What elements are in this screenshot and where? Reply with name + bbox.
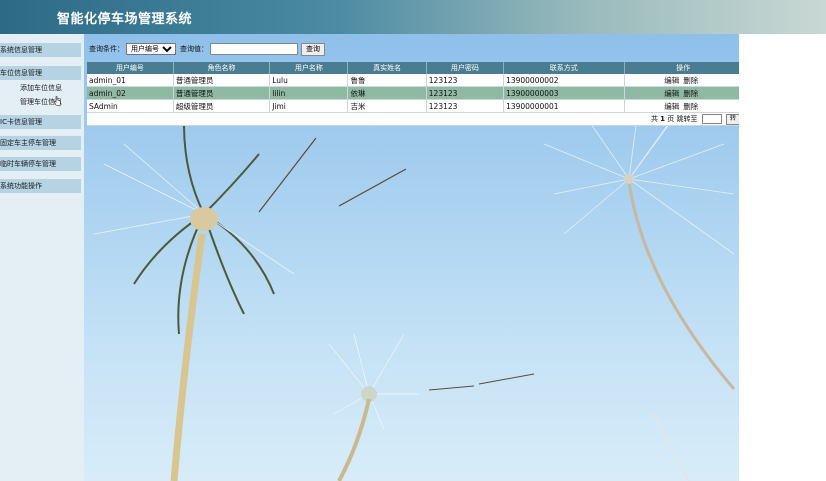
- edit-link[interactable]: 编辑: [664, 102, 679, 111]
- edit-link[interactable]: 编辑: [664, 76, 679, 85]
- pager-row: 共 1 页 跳转至 转: [87, 112, 739, 126]
- cell-password: 123123: [426, 74, 505, 87]
- cell-user-id: SAdmin: [87, 99, 174, 113]
- cell-contact: 13900000003: [503, 86, 625, 100]
- search-button[interactable]: 查询: [301, 42, 325, 56]
- table-row[interactable]: admin_02 普通管理员 lilin 依琳 123123 139000000…: [87, 86, 739, 100]
- cell-actions: 编辑 删除: [624, 86, 739, 100]
- pager-jump-input[interactable]: [701, 114, 722, 124]
- edit-link[interactable]: 编辑: [664, 89, 679, 98]
- app-title: 智能化停车场管理系统: [57, 12, 193, 27]
- cell-real-name: 吉米: [347, 99, 427, 113]
- sidebar-item-system-info[interactable]: 系统信息管理: [0, 43, 81, 57]
- cell-contact: 13900000002: [503, 74, 625, 87]
- column-header: 用户编号: [87, 62, 174, 74]
- column-header: 用户密码: [426, 62, 505, 74]
- sidebar-subitem-add-space[interactable]: 添加车位信息: [20, 83, 62, 93]
- cell-role: 超级管理员: [173, 99, 271, 113]
- table-row[interactable]: admin_01 普通管理员 Lulu 鲁鲁 123123 1390000000…: [87, 74, 739, 87]
- delete-link[interactable]: 删除: [683, 76, 698, 85]
- cell-password: 123123: [426, 86, 505, 100]
- cell-actions: 编辑 删除: [624, 99, 739, 113]
- delete-link[interactable]: 删除: [683, 89, 698, 98]
- cell-real-name: 依琳: [347, 86, 427, 100]
- sidebar-item-fixed-owner[interactable]: 固定车主停车管理: [0, 136, 81, 150]
- cell-user-id: admin_02: [87, 86, 174, 100]
- app-header: 智能化停车场管理系统: [0, 0, 826, 34]
- query-bar: 查询条件： 用户编号 查询值： 查询: [89, 42, 325, 56]
- cell-username: Jimi: [269, 99, 349, 113]
- column-header: 用户名称: [269, 62, 349, 74]
- pager-total-prefix: 共: [650, 115, 658, 123]
- column-header: 角色名称: [173, 62, 271, 74]
- pager: 共 1 页 跳转至 转: [650, 113, 739, 125]
- pager-total-suffix: 页 跳转至: [667, 115, 698, 123]
- cell-user-id: admin_01: [87, 74, 174, 87]
- pager-go-button[interactable]: 转: [725, 113, 739, 125]
- column-header: 联系方式: [503, 62, 625, 74]
- sidebar-item-ic-card[interactable]: IC卡信息管理: [0, 115, 81, 129]
- column-header: 真实姓名: [347, 62, 427, 74]
- pager-total-pages: 1: [660, 115, 666, 123]
- query-value-input[interactable]: [210, 43, 298, 55]
- main-content: 查询条件： 用户编号 查询值： 查询 用户编号 角色名称 用户名称 真实姓名 用…: [84, 34, 739, 481]
- cell-contact: 13900000001: [503, 99, 625, 113]
- sidebar-item-system-function[interactable]: 系统功能操作: [0, 179, 81, 193]
- cell-real-name: 鲁鲁: [347, 74, 427, 87]
- cell-role: 普通管理员: [173, 86, 271, 100]
- table-row[interactable]: SAdmin 超级管理员 Jimi 吉米 123123 13900000001 …: [87, 99, 739, 113]
- cell-username: lilin: [269, 86, 349, 100]
- column-header: 操作: [624, 62, 739, 74]
- delete-link[interactable]: 删除: [683, 102, 698, 111]
- table-header-row: 用户编号 角色名称 用户名称 真实姓名 用户密码 联系方式 操作: [87, 62, 739, 74]
- cell-password: 123123: [426, 99, 505, 113]
- sidebar-item-temp-vehicle[interactable]: 临时车辆停车管理: [0, 157, 81, 171]
- hand-cursor-icon: [53, 96, 61, 107]
- query-condition-select[interactable]: 用户编号: [126, 43, 176, 55]
- user-table: 用户编号 角色名称 用户名称 真实姓名 用户密码 联系方式 操作 admin_0…: [87, 62, 739, 126]
- cell-actions: 编辑 删除: [624, 74, 739, 87]
- cell-role: 普通管理员: [173, 74, 271, 87]
- query-value-label: 查询值：: [180, 45, 208, 53]
- query-condition-label: 查询条件：: [89, 45, 124, 53]
- cell-username: Lulu: [269, 74, 349, 87]
- sidebar: 系统信息管理 车位信息管理 添加车位信息 管理车位信息 IC卡信息管理 固定车主…: [0, 34, 84, 481]
- sidebar-item-parking-space[interactable]: 车位信息管理: [0, 66, 81, 80]
